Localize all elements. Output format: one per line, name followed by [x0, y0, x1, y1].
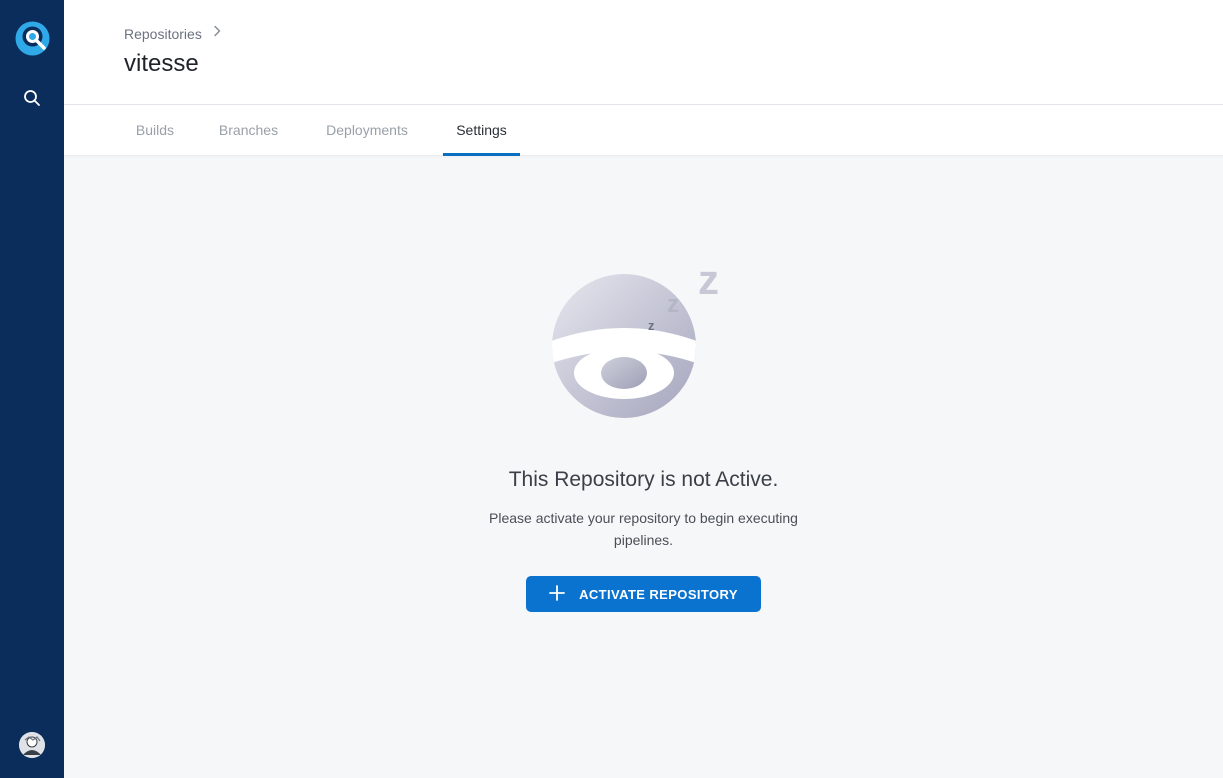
breadcrumb: Repositories [124, 24, 224, 43]
empty-state: z z z This Repository is not Active. Ple… [64, 157, 1223, 778]
activate-repository-label: ACTIVATE REPOSITORY [579, 586, 738, 602]
sidebar [0, 0, 64, 778]
user-avatar[interactable] [19, 732, 45, 758]
activate-repository-button[interactable]: ACTIVATE REPOSITORY [526, 576, 761, 612]
plus-icon [549, 584, 565, 604]
svg-text:z: z [698, 257, 719, 303]
page-header: Repositories vitesse [64, 0, 1223, 105]
svg-text:z: z [667, 291, 679, 318]
chevron-right-icon [210, 24, 224, 43]
drone-logo-icon[interactable] [15, 21, 50, 56]
tab-bar: Builds Branches Deployments Settings [64, 105, 1223, 156]
tab-deployments[interactable]: Deployments [314, 105, 420, 156]
tab-builds[interactable]: Builds [124, 105, 186, 156]
search-icon[interactable] [20, 86, 44, 110]
tab-branches[interactable]: Branches [207, 105, 290, 156]
svg-text:z: z [648, 318, 655, 333]
empty-state-title: This Repository is not Active. [508, 468, 779, 491]
sleeping-drone-icon: z z z [551, 256, 741, 422]
tab-settings[interactable]: Settings [443, 105, 520, 156]
empty-state-description: Please activate your repository to begin… [489, 510, 798, 548]
breadcrumb-repositories-link[interactable]: Repositories [124, 26, 202, 42]
page-title: vitesse [124, 50, 199, 77]
